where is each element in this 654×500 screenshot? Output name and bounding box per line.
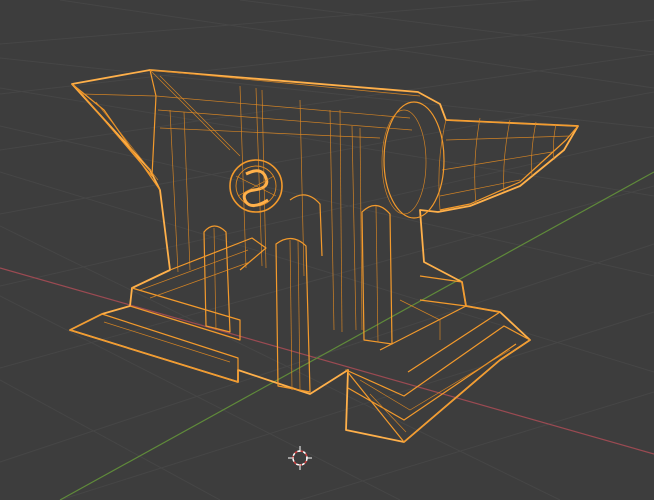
viewport-canvas: [0, 0, 654, 500]
floor-grid: [0, 0, 654, 500]
3d-cursor-icon[interactable]: [288, 446, 312, 470]
3d-viewport[interactable]: [0, 0, 654, 500]
emblem-icon: [229, 159, 283, 213]
x-axis-line: [0, 267, 654, 455]
